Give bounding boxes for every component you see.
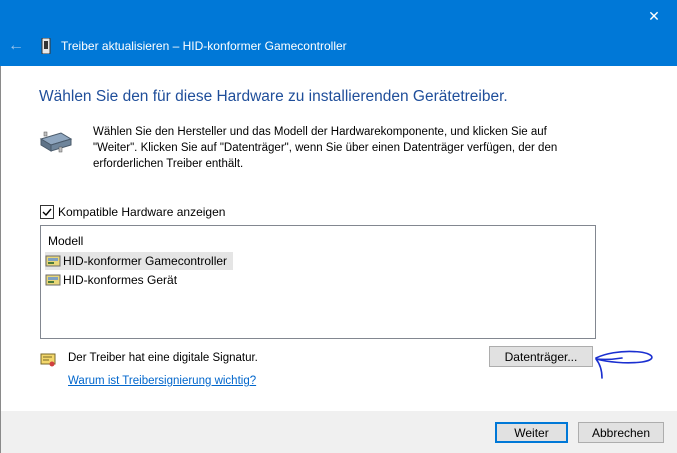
close-button[interactable]: ✕	[631, 0, 677, 32]
next-button[interactable]: Weiter	[495, 422, 568, 443]
signature-help-link[interactable]: Warum ist Treibersignierung wichtig?	[68, 375, 256, 387]
list-header: Modell	[48, 234, 84, 248]
pen-annotation	[595, 350, 653, 379]
compatible-hardware-checkbox-row[interactable]: Kompatible Hardware anzeigen	[40, 205, 225, 219]
list-item-label: HID-konformer Gamecontroller	[63, 254, 228, 268]
instructions-text: Wählen Sie den Hersteller und das Modell…	[93, 126, 558, 170]
list-item[interactable]: HID-konformes Gerät	[45, 271, 183, 289]
hardware-icon	[39, 131, 73, 153]
back-button[interactable]: ←	[4, 34, 28, 58]
signature-status: Der Treiber hat eine digitale Signatur.	[68, 352, 258, 364]
back-arrow-icon: ←	[8, 37, 24, 54]
list-item[interactable]: HID-konformer Gamecontroller	[45, 252, 234, 270]
checkmark-icon	[42, 208, 52, 217]
certificate-icon	[40, 353, 56, 367]
device-manager-icon	[41, 38, 51, 54]
list-item-label: HID-konformes Gerät	[63, 273, 178, 287]
cancel-button[interactable]: Abbrechen	[578, 422, 664, 443]
window-border	[0, 66, 1, 453]
compatible-hardware-checkbox[interactable]	[40, 205, 54, 219]
title-bar: ✕ ← Treiber aktualisieren – HID-konforme…	[0, 0, 677, 66]
close-icon: ✕	[648, 7, 660, 24]
model-listbox[interactable]: Modell HID-konformer Gamecontroller HID-…	[40, 225, 596, 339]
page-heading: Wählen Sie den für diese Hardware zu ins…	[39, 88, 508, 105]
checkbox-label: Kompatible Hardware anzeigen	[58, 205, 226, 219]
dialog-footer	[1, 411, 677, 453]
driver-icon	[45, 274, 61, 286]
driver-icon	[45, 255, 61, 267]
window-title: Treiber aktualisieren – HID-konformer Ga…	[61, 39, 347, 53]
